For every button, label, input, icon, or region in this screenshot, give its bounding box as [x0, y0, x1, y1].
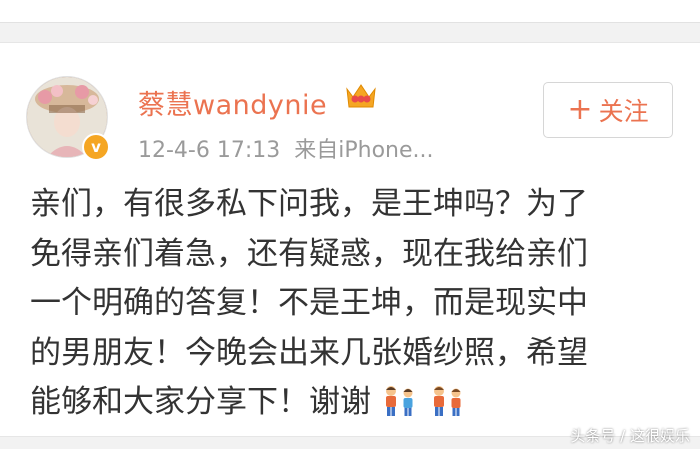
- verified-badge-icon: v: [82, 133, 110, 161]
- family-emoji-icon: [433, 386, 461, 416]
- content-line: 能够和大家分享下！谢谢: [30, 384, 371, 420]
- content-line: 免得亲们着急，还有疑惑，现在我给亲们: [30, 235, 588, 272]
- watermark: 头条号 / 这很娱乐: [570, 427, 690, 445]
- top-strip: [0, 0, 700, 23]
- content-line: 亲们，有很多私下问我，是王坤吗？为了: [30, 186, 588, 222]
- post-source: 来自iPhone...: [294, 138, 434, 163]
- family-emoji-icon: [385, 386, 413, 416]
- post-meta: 12-4-6 17:13 来自iPhone...: [138, 132, 434, 164]
- content-line: 一个明确的答复！不是王坤，而是现实中: [30, 285, 588, 321]
- content-line-last: 能够和大家分享下！谢谢: [30, 378, 680, 428]
- post-timestamp[interactable]: 12-4-6 17:13: [138, 138, 280, 163]
- content-line: 的男朋友！今晚会出来几张婚纱照，希望: [30, 334, 588, 371]
- follow-button[interactable]: + 关注: [543, 82, 673, 138]
- vip-crown-icon: [346, 84, 376, 108]
- follow-label: 关注: [598, 97, 649, 126]
- plus-icon: +: [567, 92, 593, 127]
- post-content: 亲们，有很多私下问我，是王坤吗？为了 免得亲们着急，还有疑惑，现在我给亲们 一个…: [30, 180, 680, 428]
- username[interactable]: 蔡慧wandynie: [138, 83, 327, 122]
- weibo-post-card: v 蔡慧wandynie 12-4-6 17:13 来自iPhone... + 关…: [0, 42, 700, 437]
